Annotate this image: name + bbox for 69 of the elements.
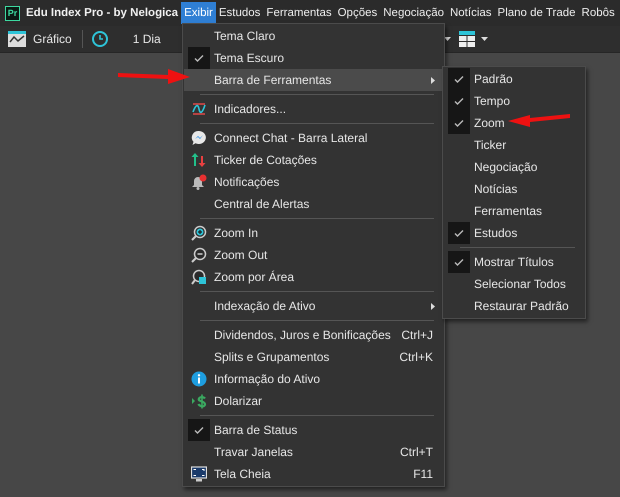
interval-button[interactable]: 1 Dia [128,30,165,48]
menu-item[interactable]: Tempo [444,90,584,112]
menu-bar-item[interactable]: Robôs [578,2,618,24]
up-down-arrows-icon [191,152,207,168]
menu-item-label: Tela Cheia [214,467,272,481]
window-title: Edu Index Pro - by Nelogica [26,7,178,19]
menu-bar-item[interactable]: Exibir [181,2,216,24]
menu-item[interactable]: Dolarizar [184,390,443,412]
menu-item-label: Dividendos, Juros e Bonificações [214,328,392,342]
monitor-icon [191,466,207,482]
caret-icon[interactable] [481,37,488,41]
zoom-out-icon [191,247,207,263]
menu-item-label: Splits e Grupamentos [214,350,330,364]
menu-item[interactable]: Zoom [444,112,584,134]
app-logo: Pr [5,6,20,20]
menu-item[interactable]: Tema Claro [184,25,443,47]
menu-item-label: Travar Janelas [214,445,294,459]
menu-item[interactable]: Indicadores... [184,98,443,120]
menu-item[interactable]: Notificações [184,171,443,193]
shortcut-text: Ctrl+K [399,350,433,364]
menu-item[interactable]: Travar Janelas Ctrl+T [184,441,443,463]
menu-item[interactable]: Selecionar Todos [444,273,584,295]
line-chart-icon [8,31,26,47]
menu-item[interactable]: Zoom Out [184,244,443,266]
menu-item[interactable]: Negociação [444,156,584,178]
menu-item[interactable]: Barra de Status [184,419,443,441]
menu-bar-item[interactable]: Plano de Trade [494,2,579,24]
menu-item[interactable]: Tema Escuro [184,47,443,69]
menu-item[interactable]: Zoom In [184,222,443,244]
chart-button[interactable]: Gráfico [4,29,76,49]
layout-grid-icon[interactable] [459,31,475,47]
menu-item[interactable]: Notícias [444,178,584,200]
menu-item[interactable]: Ferramentas [444,200,584,222]
menu-bar-item[interactable]: Ferramentas [263,2,335,24]
annotation-arrow [118,68,190,84]
zoom-in-icon [191,225,207,241]
clock-icon[interactable] [90,30,109,48]
menu-item[interactable]: Connect Chat - Barra Lateral [184,127,443,149]
menu-item-label: Barra de Ferramentas [214,73,332,87]
menu-item[interactable]: Zoom por Área [184,266,443,288]
menu-item[interactable]: Barra de Ferramentas [184,69,443,91]
info-icon [191,371,207,387]
menu-bar-item[interactable]: Negociação [380,2,447,24]
menu-item[interactable]: Mostrar Títulos [444,251,584,273]
menu-bar-item[interactable]: Opções [334,2,380,24]
menu-item-label: Indexação de Ativo [214,299,316,313]
menu-item[interactable]: Informação do Ativo [184,368,443,390]
shortcut-text: Ctrl+T [400,445,433,459]
menu-bar-item[interactable]: Notícias [446,2,495,24]
menu-item[interactable]: Padrão [444,68,584,90]
zoom-area-icon [191,269,207,285]
menu-item[interactable]: Splits e Grupamentos Ctrl+K [184,346,443,368]
menu-item[interactable]: Central de Alertas [184,193,443,215]
menu-item[interactable]: Tela Cheia F11 [184,463,443,485]
menu-item[interactable]: Indexação de Ativo [184,295,443,317]
menu-item[interactable]: Ticker de Cotações [184,149,443,171]
shortcut-text: F11 [413,467,433,481]
menu-item[interactable]: Estudos [444,222,584,244]
menu-item[interactable]: Ticker [444,134,584,156]
menu-item[interactable]: Dividendos, Juros e Bonificações Ctrl+J [184,324,443,346]
menu-bar-item[interactable]: Estudos [216,2,264,24]
shortcut-text: Ctrl+J [401,328,433,342]
annotation-arrow [508,114,570,128]
dollar-sign-icon [191,393,207,409]
menu-item[interactable]: Restaurar Padrão [444,295,584,317]
bell-icon [191,174,207,190]
caret-icon[interactable] [444,37,451,41]
chat-bubble-icon [191,130,207,146]
indicator-wave-icon [191,101,207,117]
